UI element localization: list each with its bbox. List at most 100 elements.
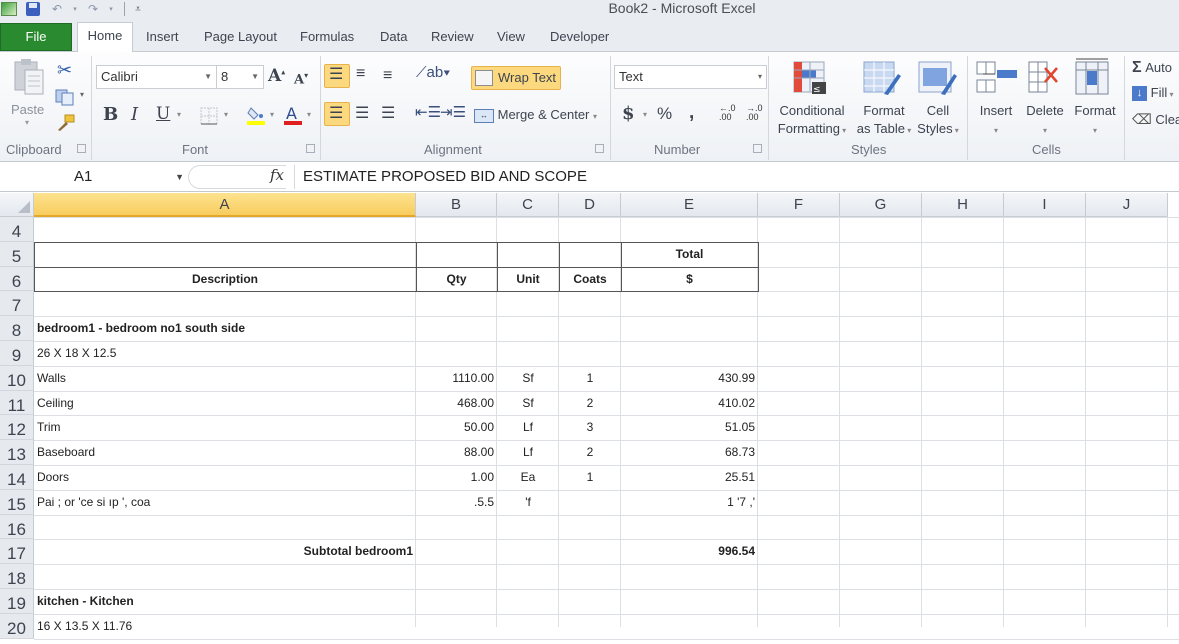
cell-e16[interactable] [621,515,758,540]
cell-c17[interactable] [497,539,559,564]
cell-d4[interactable] [559,217,621,242]
row-header-15[interactable]: 15 [0,489,34,515]
format-button[interactable]: Format ▾ [1072,102,1118,140]
cell-b13[interactable]: 88.00 [416,440,497,465]
decrease-decimal-button[interactable]: →.0.00 [746,104,763,122]
tab-developer[interactable]: Developer [550,24,609,52]
cell-e10[interactable]: 430.99 [621,366,758,391]
alignment-dialog-launcher[interactable] [595,144,604,153]
cell-a19[interactable]: kitchen - Kitchen [34,589,416,614]
copy-dropdown-icon[interactable]: ▾ [80,90,84,99]
fill-color-dropdown-icon[interactable]: ▾ [270,110,274,119]
cell-a20[interactable]: 16 X 13.5 X 11.76 [34,614,416,639]
column-header-j[interactable]: J [1086,193,1168,217]
row-header-11[interactable]: 11 [0,390,34,416]
cell-a4[interactable] [34,217,416,242]
cell-e12[interactable]: 51.05 [621,415,758,440]
percent-button[interactable]: % [657,104,672,124]
fill-color-icon[interactable] [246,104,266,131]
delete-cells-icon[interactable] [1027,60,1063,101]
align-right-button[interactable]: ☰ [381,103,395,123]
borders-icon[interactable] [200,107,218,130]
cell-c20[interactable] [497,614,559,639]
row-header-5[interactable]: 5 [0,241,34,267]
cell-d15[interactable] [559,490,621,515]
cell-b17[interactable] [416,539,497,564]
cell-e11[interactable]: 410.02 [621,391,758,416]
italic-button[interactable]: I [131,104,138,125]
cell-d11[interactable]: 2 [559,391,621,416]
cell-d20[interactable] [559,614,621,639]
font-dialog-launcher[interactable] [306,144,315,153]
comma-button[interactable]: , [689,102,694,124]
insert-cells-icon[interactable] [975,60,1019,101]
insert-button[interactable]: Insert ▾ [977,102,1015,140]
cell-e7[interactable] [621,291,758,316]
cell-e8[interactable] [621,316,758,341]
copy-icon[interactable] [55,88,75,111]
cell-a18[interactable] [34,564,416,589]
cell-c9[interactable] [497,341,559,366]
cell-e18[interactable] [621,564,758,589]
column-header-d[interactable]: D [559,193,621,217]
cell-b18[interactable] [416,564,497,589]
row-header-14[interactable]: 14 [0,465,34,490]
currency-dropdown-icon[interactable]: ▾ [643,110,647,119]
bold-button[interactable]: B [103,104,118,125]
cell-a12[interactable]: Trim [34,415,416,440]
row-header-18[interactable]: 18 [0,564,34,589]
cell-b10[interactable]: 1110.00 [416,366,497,391]
cell-c12[interactable]: Lf [497,415,559,440]
column-header-a[interactable]: A [34,193,416,217]
cell-b16[interactable] [416,515,497,540]
row-header-7[interactable]: 7 [0,291,34,317]
paste-dropdown-icon[interactable]: ▾ [25,118,29,127]
row-header-17[interactable]: 17 [0,539,34,565]
insert-function-button[interactable]: fx [270,166,284,184]
cell-a15[interactable]: Pai ; or 'ce si ıp ', coa [34,490,416,515]
cell-e4[interactable] [621,217,758,242]
font-name-dropdown[interactable]: Calibri ▼ [96,65,217,89]
cell-b8[interactable] [416,316,497,341]
format-as-table-icon[interactable] [862,60,902,101]
conditional-formatting-button[interactable]: Conditional Formatting ▾ [776,102,848,140]
tab-insert[interactable]: Insert [146,24,179,52]
borders-dropdown-icon[interactable]: ▾ [224,110,228,119]
cell-a7[interactable] [34,291,416,316]
row-header-9[interactable]: 9 [0,341,34,366]
tab-page-layout[interactable]: Page Layout [204,24,277,52]
tab-view[interactable]: View [497,24,525,52]
row-header-20[interactable]: 20 [0,613,34,639]
center-button[interactable]: ☰ [355,103,369,123]
column-header-e[interactable]: E [621,193,758,217]
cell-b7[interactable] [416,291,497,316]
cell-c15[interactable]: 'f [497,490,559,515]
number-format-dropdown[interactable]: Text ▾ [614,65,767,89]
fill-button[interactable]: ↓ Fill ▾ [1132,85,1173,102]
clipboard-dialog-launcher[interactable] [77,144,86,153]
cell-d18[interactable] [559,564,621,589]
name-box-dropdown-icon[interactable]: ▼ [175,165,184,189]
middle-align-button[interactable]: ≡ [356,65,365,83]
cell-e19[interactable] [621,589,758,614]
row-header-4[interactable]: 4 [0,217,34,242]
row-header-12[interactable]: 12 [0,415,34,441]
paste-icon[interactable] [12,58,46,96]
tab-home[interactable]: Home [77,22,133,53]
autosum-button[interactable]: Σ Auto [1132,59,1172,77]
select-all-button[interactable] [0,193,34,217]
wrap-text-button[interactable]: Wrap Text [471,66,561,90]
cell-c13[interactable]: Lf [497,440,559,465]
row-header-13[interactable]: 13 [0,440,34,465]
cell-b14[interactable]: 1.00 [416,465,497,490]
tab-data[interactable]: Data [380,24,407,52]
cell-c18[interactable] [497,564,559,589]
decrease-indent-button[interactable]: ⇤☰ [415,103,441,121]
cell-b19[interactable] [416,589,497,614]
cell-c7[interactable] [497,291,559,316]
format-cells-icon[interactable] [1074,58,1114,101]
cell-a17[interactable]: Subtotal bedroom1 [34,539,416,564]
clear-button[interactable]: ⌫ Clea [1132,111,1179,128]
font-size-dropdown[interactable]: 8 ▼ [216,65,264,89]
grow-font-button[interactable]: A▴ [268,66,285,86]
